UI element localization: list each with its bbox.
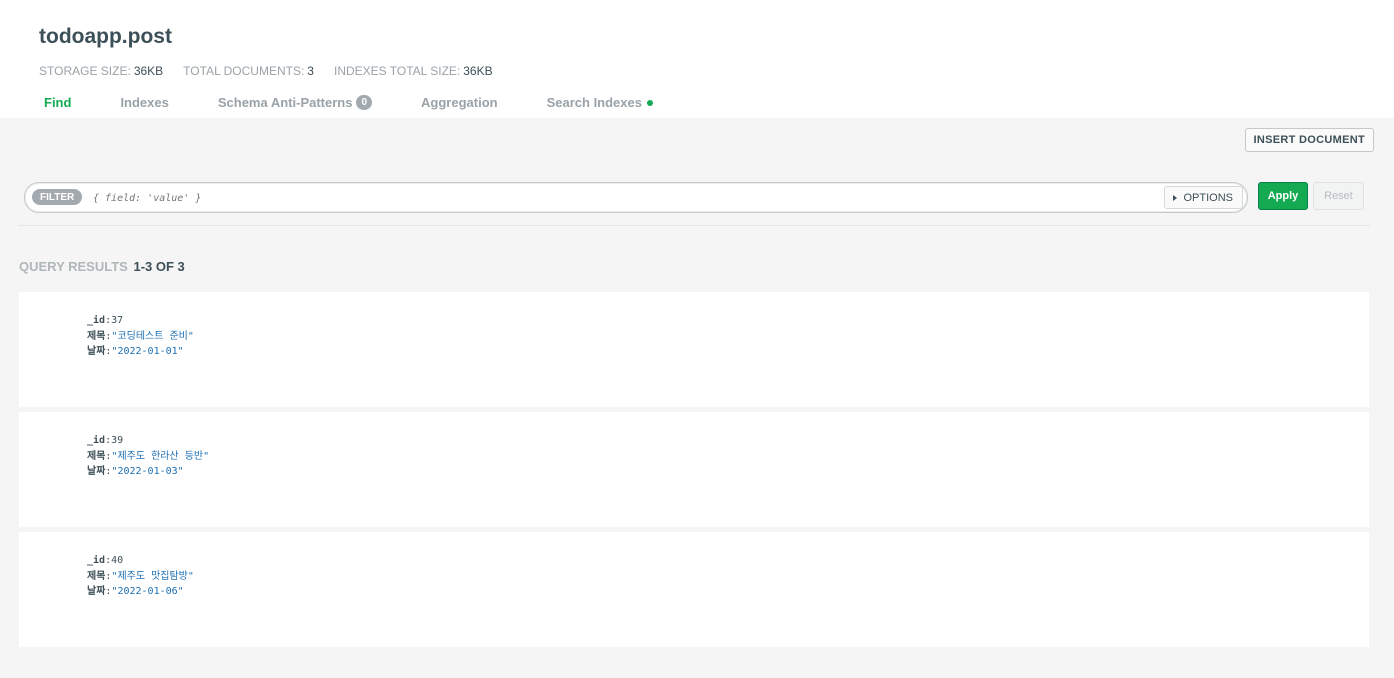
field-row: 제목:"제주도 한라산 등반" (87, 450, 210, 462)
field-value: "코딩테스트 준비" (111, 330, 194, 342)
results-count: 1-3 OF 3 (133, 259, 185, 274)
field-row: _id:39 (87, 435, 124, 446)
filter-pill: FILTER (32, 189, 83, 205)
stat-label: INDEXES TOTAL SIZE: (333, 64, 461, 78)
stat-label: TOTAL DOCUMENTS: (183, 64, 305, 78)
field-value: 39 (111, 435, 124, 446)
tab-find[interactable]: Find (25, 95, 91, 110)
field-value: "제주도 맛집탐방" (111, 570, 194, 582)
storage-size-stat: STORAGE SIZE: 36KB (39, 64, 163, 78)
insert-document-button[interactable]: INSERT DOCUMENT (1244, 128, 1374, 152)
status-dot-icon (646, 99, 653, 106)
field-row: 제목:"제주도 맛집탐방" (87, 570, 194, 582)
collection-title: todoapp.post (39, 25, 172, 48)
tab-label: Indexes (120, 95, 169, 110)
apply-button[interactable]: Apply (1258, 182, 1308, 210)
field-key: 제목 (87, 330, 106, 342)
options-button[interactable]: OPTIONS (1164, 186, 1243, 209)
field-row: 날짜:"2022-01-03" (87, 466, 184, 477)
indexes-size-stat: INDEXES TOTAL SIZE: 36KB (334, 64, 493, 78)
field-value: "2022-01-01" (111, 346, 184, 357)
document-card[interactable]: _id:37 제목:"코딩테스트 준비" 날짜:"2022-01-01" (19, 292, 1369, 407)
collection-tabs: Find Indexes Schema Anti-Patterns 0 Aggre… (25, 95, 683, 110)
stat-value: 36KB (463, 64, 493, 78)
field-key: 제목 (87, 570, 106, 582)
collection-stats: STORAGE SIZE: 36KB TOTAL DOCUMENTS: 3 INDE… (39, 64, 513, 78)
tab-indexes[interactable]: Indexes (101, 95, 188, 110)
document-card[interactable]: _id:39 제목:"제주도 한라산 등반" 날짜:"2022-01-03" (19, 412, 1369, 527)
field-row: _id:40 (87, 555, 124, 566)
field-key: 날짜 (87, 346, 106, 357)
document-card[interactable]: _id:40 제목:"제주도 맛집탐방" 날짜:"2022-01-06" (19, 532, 1369, 647)
total-documents-stat: TOTAL DOCUMENTS: 3 (183, 64, 314, 78)
tab-schema-anti-patterns[interactable]: Schema Anti-Patterns 0 (199, 95, 392, 110)
results-label-text: QUERY RESULTS (19, 259, 128, 274)
reset-button[interactable]: Reset (1313, 182, 1364, 210)
options-label: OPTIONS (1183, 191, 1233, 204)
tab-label: Find (44, 95, 72, 110)
stat-value: 3 (307, 64, 314, 78)
field-value: "제주도 한라산 등반" (111, 450, 210, 462)
stat-label: STORAGE SIZE: (39, 64, 131, 78)
field-key: 제목 (87, 450, 106, 462)
tab-label: Schema Anti-Patterns (217, 95, 353, 110)
collection-header: todoapp.post STORAGE SIZE: 36KB TOTAL DOC… (0, 0, 1394, 118)
field-value: "2022-01-03" (111, 466, 184, 477)
field-key: 날짜 (87, 586, 106, 597)
tab-search-indexes[interactable]: Search Indexes (528, 95, 673, 110)
tab-label: Search Indexes (546, 95, 642, 110)
document-fields: _id:40 제목:"제주도 맛집탐방" 날짜:"2022-01-06" (87, 553, 194, 600)
field-key: _id (87, 435, 106, 446)
field-value: 40 (111, 555, 124, 566)
caret-right-icon (1173, 194, 1178, 201)
field-value: 37 (111, 315, 124, 326)
field-value: "2022-01-06" (111, 586, 184, 597)
document-fields: _id:39 제목:"제주도 한라산 등반" 날짜:"2022-01-03" (87, 433, 209, 480)
field-row: 날짜:"2022-01-01" (87, 346, 184, 357)
field-key: 날짜 (87, 466, 106, 477)
filter-input[interactable] (91, 189, 695, 207)
count-badge: 0 (356, 95, 373, 110)
field-key: _id (87, 555, 106, 566)
field-row: 제목:"코딩테스트 준비" (87, 330, 194, 342)
stat-value: 36KB (133, 64, 164, 78)
document-fields: _id:37 제목:"코딩테스트 준비" 날짜:"2022-01-01" (87, 313, 194, 360)
tab-label: Aggregation (421, 95, 498, 110)
field-row: _id:37 (87, 315, 124, 326)
query-results-label: QUERY RESULTS 1-3 OF 3 (19, 259, 185, 274)
field-key: _id (87, 315, 106, 326)
filter-bar: FILTER OPTIONS (24, 182, 1248, 213)
field-row: 날짜:"2022-01-06" (87, 586, 184, 597)
divider (18, 225, 1370, 226)
tab-aggregation[interactable]: Aggregation (402, 95, 518, 110)
find-panel: INSERT DOCUMENT FILTER OPTIONS Apply Res… (0, 118, 1394, 678)
